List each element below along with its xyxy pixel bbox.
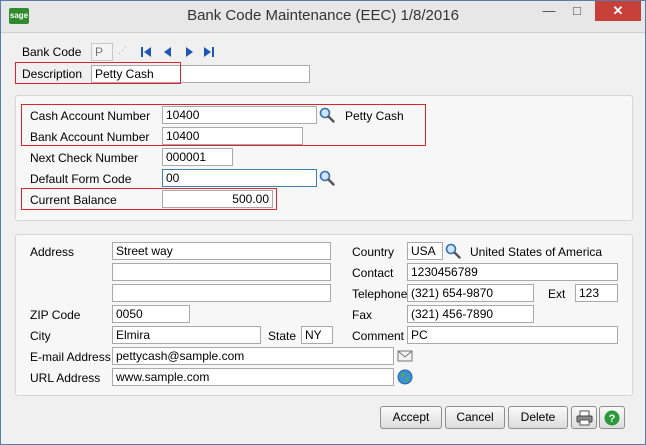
city-label: City <box>30 329 51 343</box>
email-field[interactable]: pettycash@sample.com <box>112 347 394 365</box>
cancel-button[interactable]: Cancel <box>445 406 505 429</box>
country-label: Country <box>352 245 395 259</box>
lookup-dots-icon[interactable]: ⋰ <box>118 42 127 58</box>
address-line2-field[interactable] <box>112 263 331 281</box>
address-line3-field[interactable] <box>112 284 331 302</box>
default-form-field[interactable]: 00 <box>162 169 317 187</box>
bank-code-maintenance-window: sage Bank Code Maintenance (EEC) 1/8/201… <box>0 0 646 445</box>
last-record-icon[interactable] <box>202 45 216 59</box>
contact-label: Contact <box>352 266 394 280</box>
svg-text:?: ? <box>609 413 616 425</box>
first-record-icon[interactable] <box>139 45 153 59</box>
current-balance-highlight <box>21 188 277 210</box>
zip-code-field[interactable]: 0050 <box>112 305 190 323</box>
country-name: United States of America <box>470 245 603 259</box>
minimize-button[interactable]: — <box>536 1 562 21</box>
country-field[interactable]: USA <box>407 242 443 260</box>
state-label: State <box>268 329 297 343</box>
delete-button[interactable]: Delete <box>508 406 568 429</box>
zip-code-label: ZIP Code <box>30 308 81 322</box>
comment-field[interactable]: PC <box>407 326 618 344</box>
telephone-label: Telephone <box>352 287 408 301</box>
description-highlight <box>15 62 181 84</box>
globe-icon[interactable] <box>397 369 413 385</box>
next-check-field[interactable]: 000001 <box>162 148 233 166</box>
fax-label: Fax <box>352 308 373 322</box>
print-button[interactable] <box>571 406 597 429</box>
email-label: E-mail Address <box>30 350 111 364</box>
account-numbers-highlight <box>21 104 426 146</box>
bank-code-field[interactable]: P <box>91 43 113 61</box>
fax-field[interactable]: (321) 456-7890 <box>407 305 534 323</box>
maximize-button[interactable]: □ <box>564 1 590 21</box>
help-icon: ? <box>604 410 620 426</box>
address-label: Address <box>30 245 75 259</box>
country-lookup-icon[interactable] <box>445 243 461 259</box>
previous-record-icon[interactable] <box>161 45 175 59</box>
next-check-label: Next Check Number <box>30 151 139 165</box>
url-label: URL Address <box>30 371 101 385</box>
default-form-label: Default Form Code <box>30 172 132 186</box>
accept-button[interactable]: Accept <box>380 406 442 429</box>
telephone-field[interactable]: (321) 654-9870 <box>407 284 534 302</box>
close-button[interactable]: ✕ <box>595 1 641 21</box>
comment-label: Comment <box>352 329 405 343</box>
title-bar: sage Bank Code Maintenance (EEC) 1/8/201… <box>1 1 645 33</box>
city-field[interactable]: Elmira <box>112 326 261 344</box>
next-record-icon[interactable] <box>182 45 196 59</box>
email-icon[interactable] <box>397 350 413 362</box>
default-form-lookup-icon[interactable] <box>319 170 335 186</box>
ext-label: Ext <box>548 287 566 301</box>
address-line1-field[interactable]: Street way <box>112 242 331 260</box>
contact-field[interactable]: 1230456789 <box>407 263 618 281</box>
bank-code-label: Bank Code <box>22 45 82 59</box>
printer-icon <box>576 410 593 426</box>
ext-field[interactable]: 123 <box>575 284 618 302</box>
state-field[interactable]: NY <box>301 326 333 344</box>
url-field[interactable]: www.sample.com <box>112 368 394 386</box>
help-button[interactable]: ? <box>599 406 625 429</box>
